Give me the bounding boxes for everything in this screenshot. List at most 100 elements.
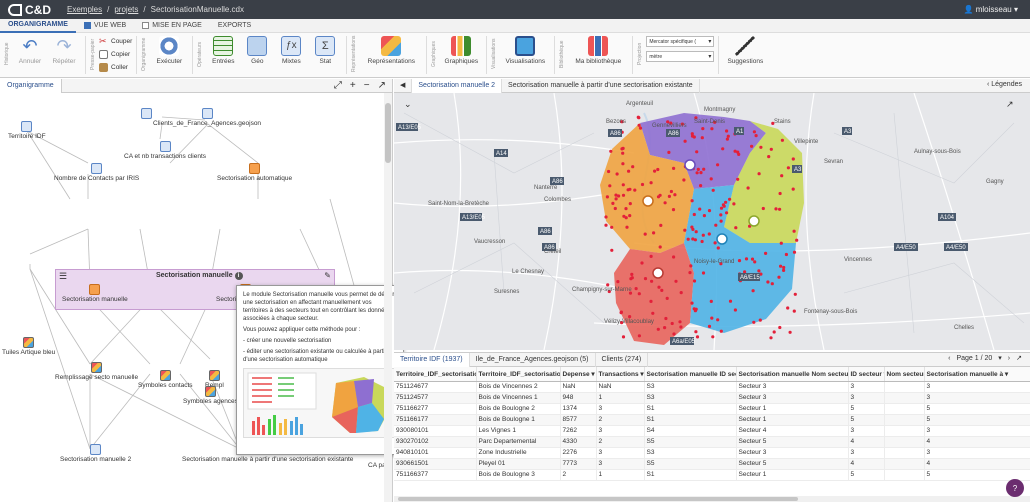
- client-point[interactable]: [701, 233, 705, 237]
- agency-marker-blue[interactable]: [716, 233, 728, 245]
- client-point[interactable]: [650, 279, 654, 283]
- client-point[interactable]: [657, 285, 661, 289]
- visualisations-button[interactable]: Visualisations: [500, 36, 550, 65]
- client-point[interactable]: [732, 202, 736, 206]
- chevron-down-icon[interactable]: ⌄: [404, 99, 412, 109]
- client-point[interactable]: [757, 269, 761, 273]
- client-point[interactable]: [767, 155, 771, 159]
- node-ca-transactions[interactable]: CA et nb transactions clients: [124, 141, 206, 160]
- redo-button[interactable]: ↷ Répéter: [47, 36, 81, 65]
- breadcrumb-projets[interactable]: projets: [114, 5, 138, 14]
- client-point[interactable]: [711, 188, 715, 192]
- client-point[interactable]: [702, 167, 706, 171]
- column-header[interactable]: Sectorisation manuelle à ▾: [924, 367, 1030, 382]
- client-point[interactable]: [607, 169, 611, 174]
- scrollbar-thumb[interactable]: [398, 497, 798, 501]
- table-row[interactable]: 930661501 Pleyel 01 7773 3 S5 Secteur 544: [394, 458, 1030, 470]
- client-point[interactable]: [710, 127, 714, 131]
- client-point[interactable]: [656, 167, 660, 172]
- client-point[interactable]: [791, 187, 795, 191]
- client-point[interactable]: [772, 330, 776, 334]
- node-sectorisation-manuelle-a[interactable]: Sectorisation manuelle: [62, 284, 128, 303]
- client-point[interactable]: [637, 292, 641, 296]
- client-point[interactable]: [664, 316, 668, 321]
- client-point[interactable]: [726, 134, 730, 138]
- client-point[interactable]: [683, 228, 687, 232]
- client-point[interactable]: [786, 166, 790, 170]
- client-point[interactable]: [667, 150, 671, 154]
- client-point[interactable]: [690, 301, 694, 305]
- client-point[interactable]: [778, 207, 782, 211]
- client-point[interactable]: [782, 268, 786, 272]
- client-point[interactable]: [699, 171, 703, 175]
- column-header[interactable]: Nom secteur ▾: [884, 367, 925, 382]
- tab-territoire-idf[interactable]: Territoire IDF (1937): [394, 352, 470, 367]
- client-point[interactable]: [614, 197, 618, 201]
- client-point[interactable]: [792, 229, 796, 233]
- client-point[interactable]: [733, 308, 737, 312]
- table-row[interactable]: 930270102 Parc Departemental 4330 2 S5 Secteu…: [394, 436, 1030, 448]
- node-territoire-idf[interactable]: Territoire IDF: [8, 121, 46, 140]
- client-point[interactable]: [690, 134, 695, 138]
- node-sectorisation-manuelle-2[interactable]: Sectorisation manuelle 2: [60, 444, 131, 463]
- client-point[interactable]: [637, 334, 641, 338]
- client-point[interactable]: [615, 172, 619, 176]
- client-point[interactable]: [709, 299, 713, 303]
- column-header[interactable]: Transactions ▾: [596, 367, 645, 382]
- entrees-button[interactable]: Entrées: [206, 36, 240, 65]
- client-point[interactable]: [793, 292, 797, 296]
- client-point[interactable]: [621, 151, 625, 155]
- client-point[interactable]: [663, 326, 667, 330]
- cut-button[interactable]: ✂ Couper: [99, 36, 132, 47]
- client-point[interactable]: [778, 191, 782, 196]
- client-point[interactable]: [751, 289, 755, 293]
- client-point[interactable]: [620, 147, 624, 151]
- client-point[interactable]: [774, 207, 778, 211]
- column-header[interactable]: Territoire_IDF_sectorisation ▾: [394, 367, 477, 382]
- client-point[interactable]: [698, 207, 702, 211]
- client-point[interactable]: [631, 165, 635, 169]
- client-point[interactable]: [621, 183, 625, 187]
- client-point[interactable]: [621, 335, 626, 339]
- client-point[interactable]: [638, 126, 643, 130]
- tab-sectorisation-existante[interactable]: Sectorisation manuelle à partir d'une se…: [502, 78, 700, 93]
- client-point[interactable]: [614, 193, 618, 197]
- menu-vue-web[interactable]: VUE WEB: [76, 19, 134, 33]
- projection-select[interactable]: Mercator spécifique (: [646, 36, 715, 47]
- client-point[interactable]: [721, 203, 725, 207]
- client-point[interactable]: [672, 332, 676, 336]
- node-sectorisation-auto[interactable]: Sectorisation automatique: [217, 163, 292, 182]
- client-point[interactable]: [780, 138, 784, 142]
- client-point[interactable]: [658, 193, 662, 197]
- client-point[interactable]: [728, 197, 732, 201]
- client-point[interactable]: [746, 186, 750, 190]
- node-clients-geojson-label[interactable]: Clients_de_France_Agences.geojson: [153, 108, 261, 127]
- expand-table-icon[interactable]: ↗: [1016, 354, 1022, 362]
- node-remplissage[interactable]: Remplissage secto manuelle: [55, 362, 138, 381]
- client-point[interactable]: [670, 321, 674, 326]
- client-point[interactable]: [792, 250, 797, 254]
- client-point[interactable]: [663, 201, 667, 205]
- client-point[interactable]: [737, 259, 742, 263]
- client-point[interactable]: [716, 163, 720, 167]
- client-point[interactable]: [658, 245, 662, 249]
- client-point[interactable]: [754, 134, 758, 138]
- client-point[interactable]: [640, 261, 644, 265]
- client-point[interactable]: [621, 162, 625, 166]
- geo-button[interactable]: Géo: [240, 36, 274, 65]
- agency-marker-red[interactable]: [652, 267, 664, 279]
- client-point[interactable]: [630, 272, 634, 276]
- client-point[interactable]: [694, 330, 698, 334]
- node-symboles-agences[interactable]: Symboles agences: [183, 386, 238, 405]
- client-point[interactable]: [665, 296, 669, 300]
- client-point[interactable]: [792, 309, 796, 313]
- client-point[interactable]: [695, 150, 699, 154]
- client-point[interactable]: [627, 169, 631, 173]
- agency-marker-yellow[interactable]: [748, 215, 760, 227]
- client-point[interactable]: [700, 136, 704, 140]
- client-point[interactable]: [679, 325, 683, 329]
- client-point[interactable]: [626, 188, 630, 192]
- user-menu[interactable]: 👤 mloisseau ▾: [964, 5, 1018, 14]
- client-point[interactable]: [686, 237, 690, 241]
- column-header[interactable]: Depense ▾: [560, 367, 597, 382]
